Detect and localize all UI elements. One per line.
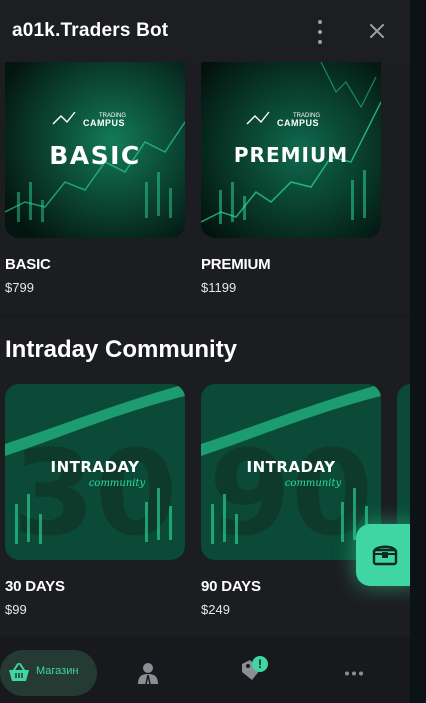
profile-icon	[138, 663, 158, 684]
nav-item-more[interactable]	[334, 650, 374, 696]
card-headline: INTRADAY	[50, 458, 140, 476]
nav-label-shop: Магазин	[36, 665, 79, 677]
bottom-nav: Магазин	[0, 638, 410, 703]
shop-basket-icon	[9, 663, 29, 681]
treasure-chest-icon	[372, 545, 398, 566]
card-headline: PREMIUM	[234, 143, 348, 167]
product-name: PREMIUM	[201, 256, 271, 273]
nav-item-profile[interactable]	[128, 650, 168, 696]
trading-campus-section: TRADING CAMPUS BASIC BASIC $799 TRADING …	[0, 62, 410, 314]
card-headline: INTRADAY	[246, 458, 336, 476]
nav-item-tags[interactable]	[232, 650, 272, 696]
product-card-premium[interactable]: TRADING CAMPUS PREMIUM PREMIUM $1199	[201, 62, 385, 295]
close-icon[interactable]	[366, 20, 388, 42]
header: a01k.Traders Bot	[0, 0, 410, 62]
card-number: 90	[209, 424, 373, 560]
cart-button[interactable]	[356, 524, 410, 586]
product-name: BASIC	[5, 256, 51, 273]
product-price: $99	[5, 602, 27, 617]
app-window: a01k.Traders Bot TRADING CAMPUS BASIC BA…	[0, 0, 410, 703]
product-name: 30 DAYS	[5, 578, 65, 595]
chart-artwork: 30 INTRADAY community	[5, 384, 185, 560]
card-script: community	[285, 478, 342, 489]
intraday-community-section: Intraday Community 30 INTRADAY community…	[0, 318, 410, 636]
product-image: 90 INTRADAY community	[201, 384, 381, 560]
product-price: $799	[5, 280, 34, 295]
product-price: $1199	[201, 280, 237, 295]
notification-badge: !	[252, 656, 268, 672]
product-image: TRADING CAMPUS PREMIUM	[201, 62, 381, 238]
nav-item-shop[interactable]: Магазин	[0, 650, 97, 696]
more-options-icon[interactable]	[312, 20, 328, 44]
card-script: community	[89, 478, 146, 489]
product-price: $249	[201, 602, 230, 617]
section-title: Intraday Community	[5, 336, 238, 363]
chart-artwork: TRADING CAMPUS PREMIUM	[201, 62, 381, 238]
product-card-30-days[interactable]: 30 INTRADAY community 30 DAYS $99	[5, 384, 189, 617]
product-card-basic[interactable]: TRADING CAMPUS BASIC BASIC $799	[5, 62, 189, 295]
product-image: 30 INTRADAY community	[5, 384, 185, 560]
product-name: 90 DAYS	[201, 578, 261, 595]
app-title: a01k.Traders Bot	[12, 20, 169, 41]
more-icon	[345, 671, 363, 676]
chart-artwork: TRADING CAMPUS BASIC	[5, 62, 185, 238]
window-edge	[410, 0, 426, 703]
card-headline: BASIC	[49, 141, 141, 170]
chart-artwork: 90 INTRADAY community	[201, 384, 381, 560]
product-image: TRADING CAMPUS BASIC	[5, 62, 185, 238]
brand-bottom-text: CAMPUS	[83, 118, 125, 128]
brand-bottom-text: CAMPUS	[277, 118, 319, 128]
card-number: 30	[13, 424, 177, 560]
